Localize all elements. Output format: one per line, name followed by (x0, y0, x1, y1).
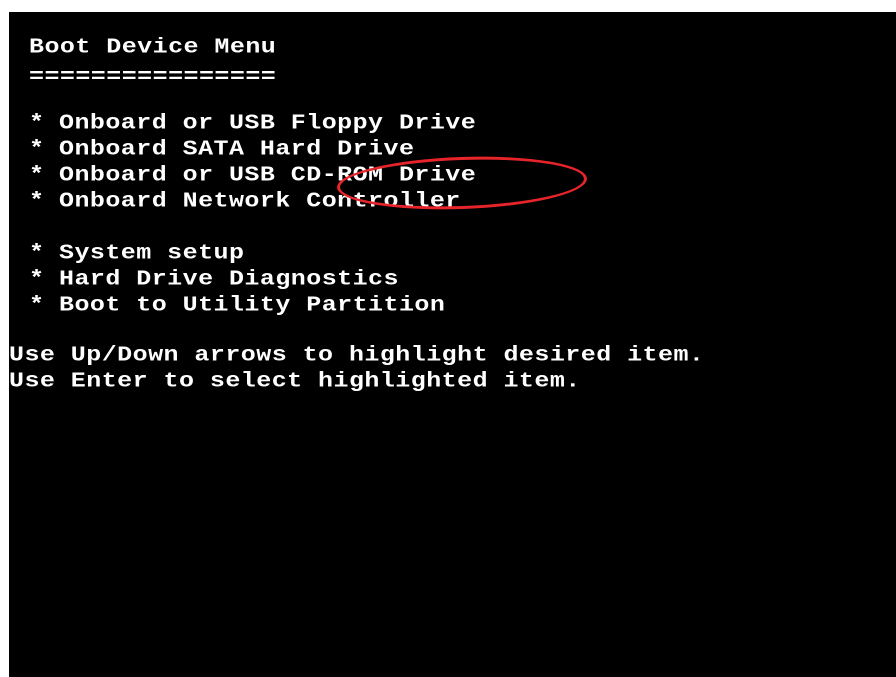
menu-item-label: Boot to Utility Partition (59, 292, 446, 318)
instruction-navigate: Use Up/Down arrows to highlight desired … (9, 342, 705, 368)
bios-screen: Boot Device Menu ================ * Onboa… (9, 12, 896, 677)
menu-item-cd-rom-drive[interactable]: * Onboard or USB CD-ROM Drive (29, 164, 476, 186)
menu-item-label: Onboard SATA Hard Drive (59, 136, 415, 162)
menu-item-system-setup[interactable]: * System setup (29, 242, 244, 264)
bullet-icon: * (29, 240, 45, 266)
menu-title: Boot Device Menu (29, 34, 277, 60)
bullet-icon: * (29, 162, 45, 188)
menu-item-utility-partition[interactable]: * Boot to Utility Partition (29, 294, 445, 316)
bullet-icon: * (29, 266, 45, 292)
bullet-icon: * (29, 136, 45, 162)
menu-item-label: Hard Drive Diagnostics (59, 266, 399, 292)
menu-item-label: Onboard or USB Floppy Drive (59, 110, 477, 136)
menu-item-label: Onboard or USB CD-ROM Drive (59, 162, 477, 188)
menu-item-label: System setup (59, 240, 245, 266)
menu-item-hard-drive-diagnostics[interactable]: * Hard Drive Diagnostics (29, 268, 399, 290)
menu-item-label: Onboard Network Controller (59, 188, 461, 214)
menu-item-floppy-drive[interactable]: * Onboard or USB Floppy Drive (29, 112, 476, 134)
instruction-select: Use Enter to select highlighted item. (9, 368, 581, 394)
menu-item-network-controller[interactable]: * Onboard Network Controller (29, 190, 461, 212)
menu-item-sata-hard-drive[interactable]: * Onboard SATA Hard Drive (29, 138, 414, 160)
bullet-icon: * (29, 188, 45, 214)
bullet-icon: * (29, 110, 45, 136)
title-underline: ================ (29, 64, 277, 90)
bullet-icon: * (29, 292, 45, 318)
